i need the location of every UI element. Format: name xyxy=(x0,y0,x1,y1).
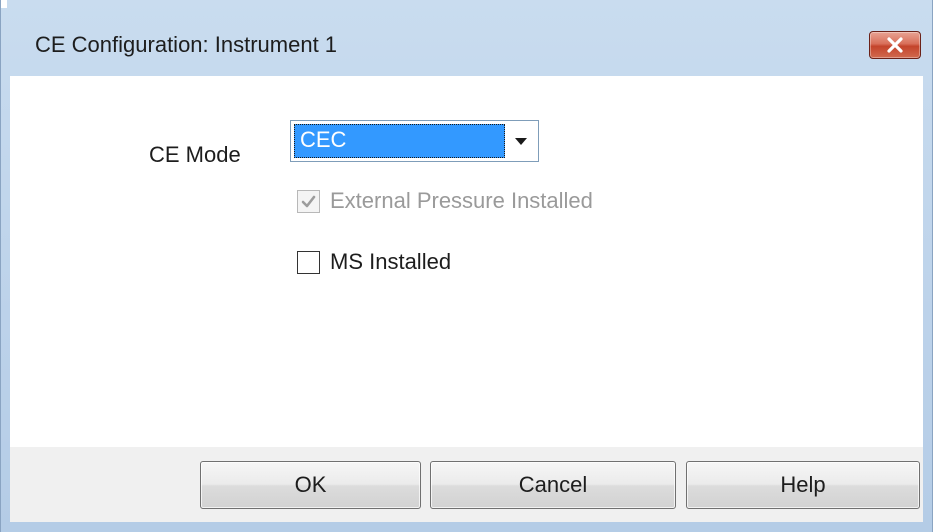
close-icon xyxy=(887,37,903,53)
ce-mode-label: CE Mode xyxy=(149,142,241,167)
external-pressure-label: External Pressure Installed xyxy=(330,188,593,213)
ok-button[interactable]: OK xyxy=(200,461,421,509)
close-button[interactable] xyxy=(869,31,921,59)
ce-mode-selected-value[interactable]: CEC xyxy=(294,124,505,158)
ce-mode-select[interactable]: CEC xyxy=(290,120,539,162)
cancel-button[interactable]: Cancel xyxy=(430,461,676,509)
window-title: CE Configuration: Instrument 1 xyxy=(35,32,338,57)
title-bar[interactable]: CE Configuration: Instrument 1 xyxy=(1,12,933,76)
help-button[interactable]: Help xyxy=(686,461,920,509)
ms-installed-label: MS Installed xyxy=(330,249,452,274)
window-corner xyxy=(1,0,7,8)
ce-mode-dropdown-button[interactable] xyxy=(507,124,535,158)
checkmark-icon xyxy=(301,195,316,207)
dialog-body: CE Mode CEC External Pressure Installed … xyxy=(10,76,923,447)
dialog-window: CE Configuration: Instrument 1 CE Mode C… xyxy=(0,0,933,532)
button-bar: OK Cancel Help xyxy=(10,447,923,522)
external-pressure-row: External Pressure Installed xyxy=(297,188,593,214)
ms-installed-checkbox[interactable] xyxy=(297,250,320,274)
chevron-down-icon xyxy=(515,138,527,145)
external-pressure-checkbox[interactable] xyxy=(297,189,320,213)
ms-installed-row: MS Installed xyxy=(297,249,451,275)
